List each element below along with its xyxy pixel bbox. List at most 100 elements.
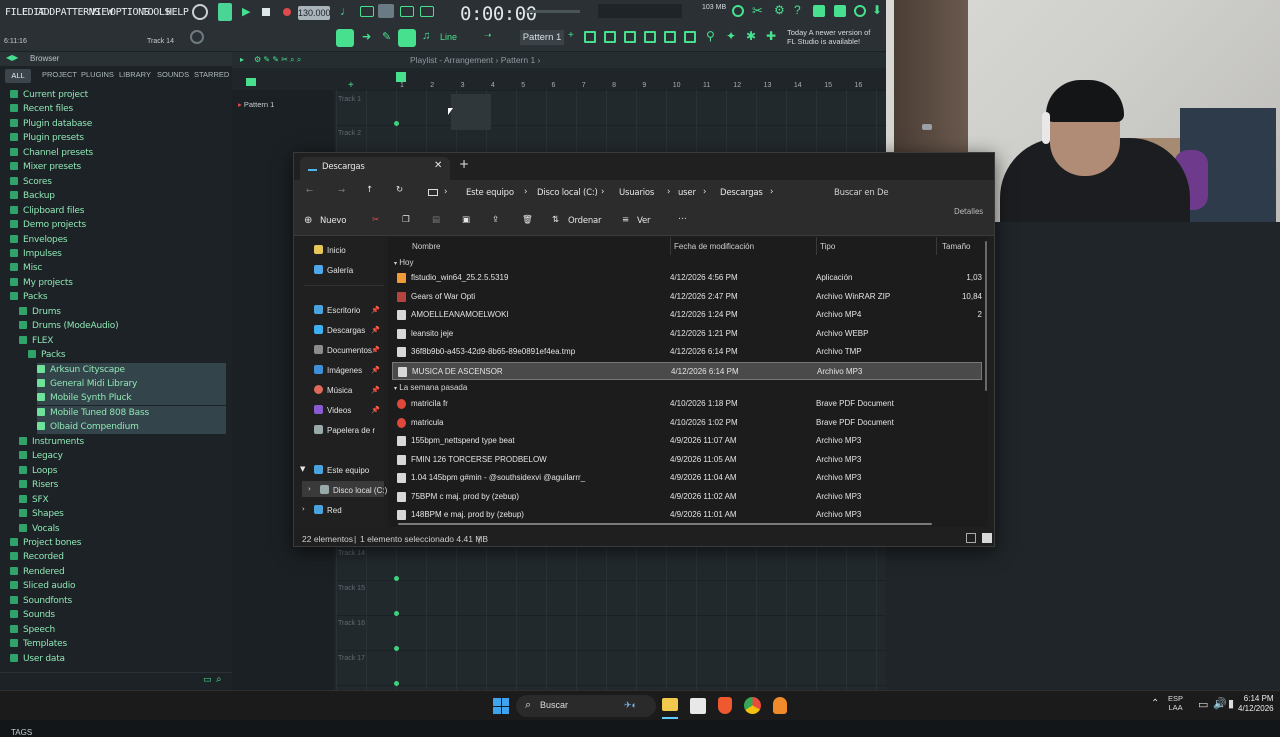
- file-row[interactable]: leansito jeje 4/12/2026 1:21 PM Archivo WE…: [392, 325, 982, 343]
- breadcrumb-item[interactable]: Descargas: [720, 188, 763, 198]
- browser-item[interactable]: Arksun Cityscape: [37, 362, 226, 377]
- close-tab-icon[interactable]: ✕: [434, 160, 442, 171]
- volume-icon[interactable]: 🔊: [1213, 697, 1227, 710]
- column-divider[interactable]: [936, 237, 937, 255]
- track-label[interactable]: Track 2: [338, 130, 361, 137]
- save-icon[interactable]: [813, 5, 825, 17]
- playlist-arrow-icon[interactable]: ▸: [240, 55, 244, 64]
- file-row[interactable]: flstudio_win64_25.2.5.5319 4/12/2026 4:56…: [392, 269, 982, 287]
- breadcrumb-item[interactable]: Usuarios: [619, 188, 654, 198]
- browser-item[interactable]: Current project: [10, 88, 88, 102]
- tempo-display[interactable]: 130.000: [298, 6, 331, 20]
- browser-tab-starred[interactable]: STARRED: [194, 70, 229, 79]
- taskbar-search[interactable]: ⌕ Buscar ✈◐: [516, 695, 656, 717]
- tiles-view-icon[interactable]: [982, 533, 992, 543]
- copy-icon[interactable]: ❐: [402, 215, 410, 225]
- pattern-add-icon[interactable]: +: [568, 30, 574, 41]
- details-button[interactable]: Detalles: [954, 207, 983, 216]
- column-divider[interactable]: [816, 237, 817, 255]
- browser-item[interactable]: Risers: [19, 478, 58, 492]
- breadcrumb-item[interactable]: Disco local (C:): [537, 188, 598, 198]
- browser-item[interactable]: General Midi Library: [37, 377, 226, 391]
- browser-item[interactable]: Drums: [19, 305, 61, 319]
- track-mute-led[interactable]: [394, 121, 399, 126]
- file-row[interactable]: FMIN 126 TORCERSE PRODBELOW 4/9/2026 11:0…: [392, 451, 982, 469]
- browser-item[interactable]: Mobile Synth Pluck: [37, 391, 226, 406]
- browser-item[interactable]: FLEX: [19, 334, 53, 348]
- countdown-button[interactable]: [378, 4, 394, 18]
- cart-icon[interactable]: ✚: [766, 29, 776, 43]
- browser-tags-label[interactable]: TAGS: [11, 728, 32, 737]
- language-indicator[interactable]: ESP LAA: [1168, 694, 1183, 712]
- brave-taskbar-icon[interactable]: [718, 697, 732, 714]
- nav-network[interactable]: Red: [314, 505, 342, 515]
- track-mute-led[interactable]: [394, 646, 399, 651]
- browser-item[interactable]: Clipboard files: [10, 204, 84, 218]
- track-mute-led[interactable]: [394, 576, 399, 581]
- help-icon[interactable]: ?: [794, 3, 801, 17]
- browser-item[interactable]: Mixer presets: [10, 160, 81, 174]
- browser-tab-sounds[interactable]: SOUNDS: [157, 70, 189, 79]
- playlist-tools-icon[interactable]: ⚙ ✎ ✎ ✂ ⌕ ⌕: [254, 55, 301, 65]
- expand-this-pc-icon[interactable]: ▼: [300, 465, 305, 473]
- sort-icon[interactable]: ⇅: [552, 215, 559, 225]
- browser-item[interactable]: Vocals: [19, 522, 60, 536]
- step-edit-icon[interactable]: [400, 6, 414, 17]
- tag-folder-icon[interactable]: ▭: [203, 674, 212, 685]
- browser-icon[interactable]: [664, 31, 676, 43]
- playlist-snap-icon[interactable]: [396, 72, 406, 82]
- track-mute-led[interactable]: [394, 611, 399, 616]
- tray-overflow-icon[interactable]: ⌃: [1151, 698, 1159, 709]
- browser-item[interactable]: Rendered: [10, 565, 65, 579]
- pattern-list-item[interactable]: ▸ Pattern 1: [238, 100, 274, 109]
- download-icon[interactable]: ⬇: [872, 3, 882, 17]
- browser-item[interactable]: Impulses: [10, 247, 62, 261]
- pattern-selector[interactable]: Pattern 1: [520, 30, 564, 45]
- mixer-icon[interactable]: [644, 31, 656, 43]
- browser-arrow-icon[interactable]: ◀▶: [6, 53, 18, 62]
- mic-icon[interactable]: ⚲: [706, 29, 715, 43]
- master-knob[interactable]: [190, 30, 204, 44]
- file-row[interactable]: 155bpm_nettspend type beat 4/9/2026 11:07…: [392, 432, 982, 450]
- browser-item[interactable]: Plugin presets: [10, 131, 84, 145]
- nav-this-pc[interactable]: Este equipo: [314, 465, 369, 475]
- browser-item[interactable]: Legacy: [19, 449, 63, 463]
- browser-item[interactable]: Loops: [19, 464, 57, 478]
- playlist-icon[interactable]: [584, 31, 596, 43]
- file-row[interactable]: matricula 4/10/2026 1:02 PM Brave PDF Docu…: [392, 414, 982, 432]
- network-icon[interactable]: ▭: [1198, 698, 1208, 711]
- column-size[interactable]: Tamaño: [942, 242, 970, 251]
- snap-magnet-button[interactable]: [336, 29, 354, 47]
- menu-add[interactable]: ADD: [38, 7, 55, 18]
- browser-item[interactable]: Sliced audio: [10, 579, 76, 593]
- browser-item[interactable]: Recent files: [10, 102, 73, 116]
- browser-item[interactable]: Backup: [10, 189, 55, 203]
- track-label[interactable]: Track 17: [338, 655, 365, 662]
- horizontal-scrollbar[interactable]: [398, 523, 932, 525]
- browser-item[interactable]: Recorded: [10, 550, 64, 564]
- up-icon[interactable]: ↑: [366, 185, 373, 195]
- pat-song-toggle[interactable]: [218, 3, 232, 21]
- browser-item[interactable]: Envelopes: [10, 233, 68, 247]
- file-row[interactable]: 148BPM e maj. prod by (zebup) 4/9/2026 11…: [392, 506, 982, 524]
- clock[interactable]: 6:14 PM 4/12/2026: [1238, 694, 1274, 714]
- browser-item[interactable]: SFX: [19, 493, 49, 507]
- bell-icon[interactable]: ♫: [422, 30, 430, 42]
- new-icon[interactable]: ⊕: [304, 215, 312, 226]
- update-notice[interactable]: Today A newer version of FL Studio is av…: [787, 28, 870, 46]
- share-icon[interactable]: ⇪: [492, 215, 499, 225]
- search-input[interactable]: Buscar en De: [834, 188, 889, 198]
- new-button[interactable]: Nuevo: [320, 216, 346, 226]
- tools-icon[interactable]: ⚙: [774, 3, 785, 17]
- refresh-icon[interactable]: [732, 5, 744, 17]
- menu-help[interactable]: HELP: [166, 7, 189, 18]
- plugin-picker-icon[interactable]: [684, 31, 696, 43]
- nav-downloads[interactable]: Descargas: [314, 325, 365, 335]
- playlist-pattern-icon[interactable]: [246, 78, 256, 86]
- browser-item[interactable]: Drums (ModeAudio): [19, 319, 119, 333]
- fl-studio-taskbar-icon[interactable]: [773, 697, 787, 714]
- view-button[interactable]: Ver: [637, 216, 650, 226]
- browser-item[interactable]: User data: [10, 652, 65, 666]
- column-type[interactable]: Tipo: [820, 242, 835, 251]
- track-label[interactable]: Track 14: [338, 550, 365, 557]
